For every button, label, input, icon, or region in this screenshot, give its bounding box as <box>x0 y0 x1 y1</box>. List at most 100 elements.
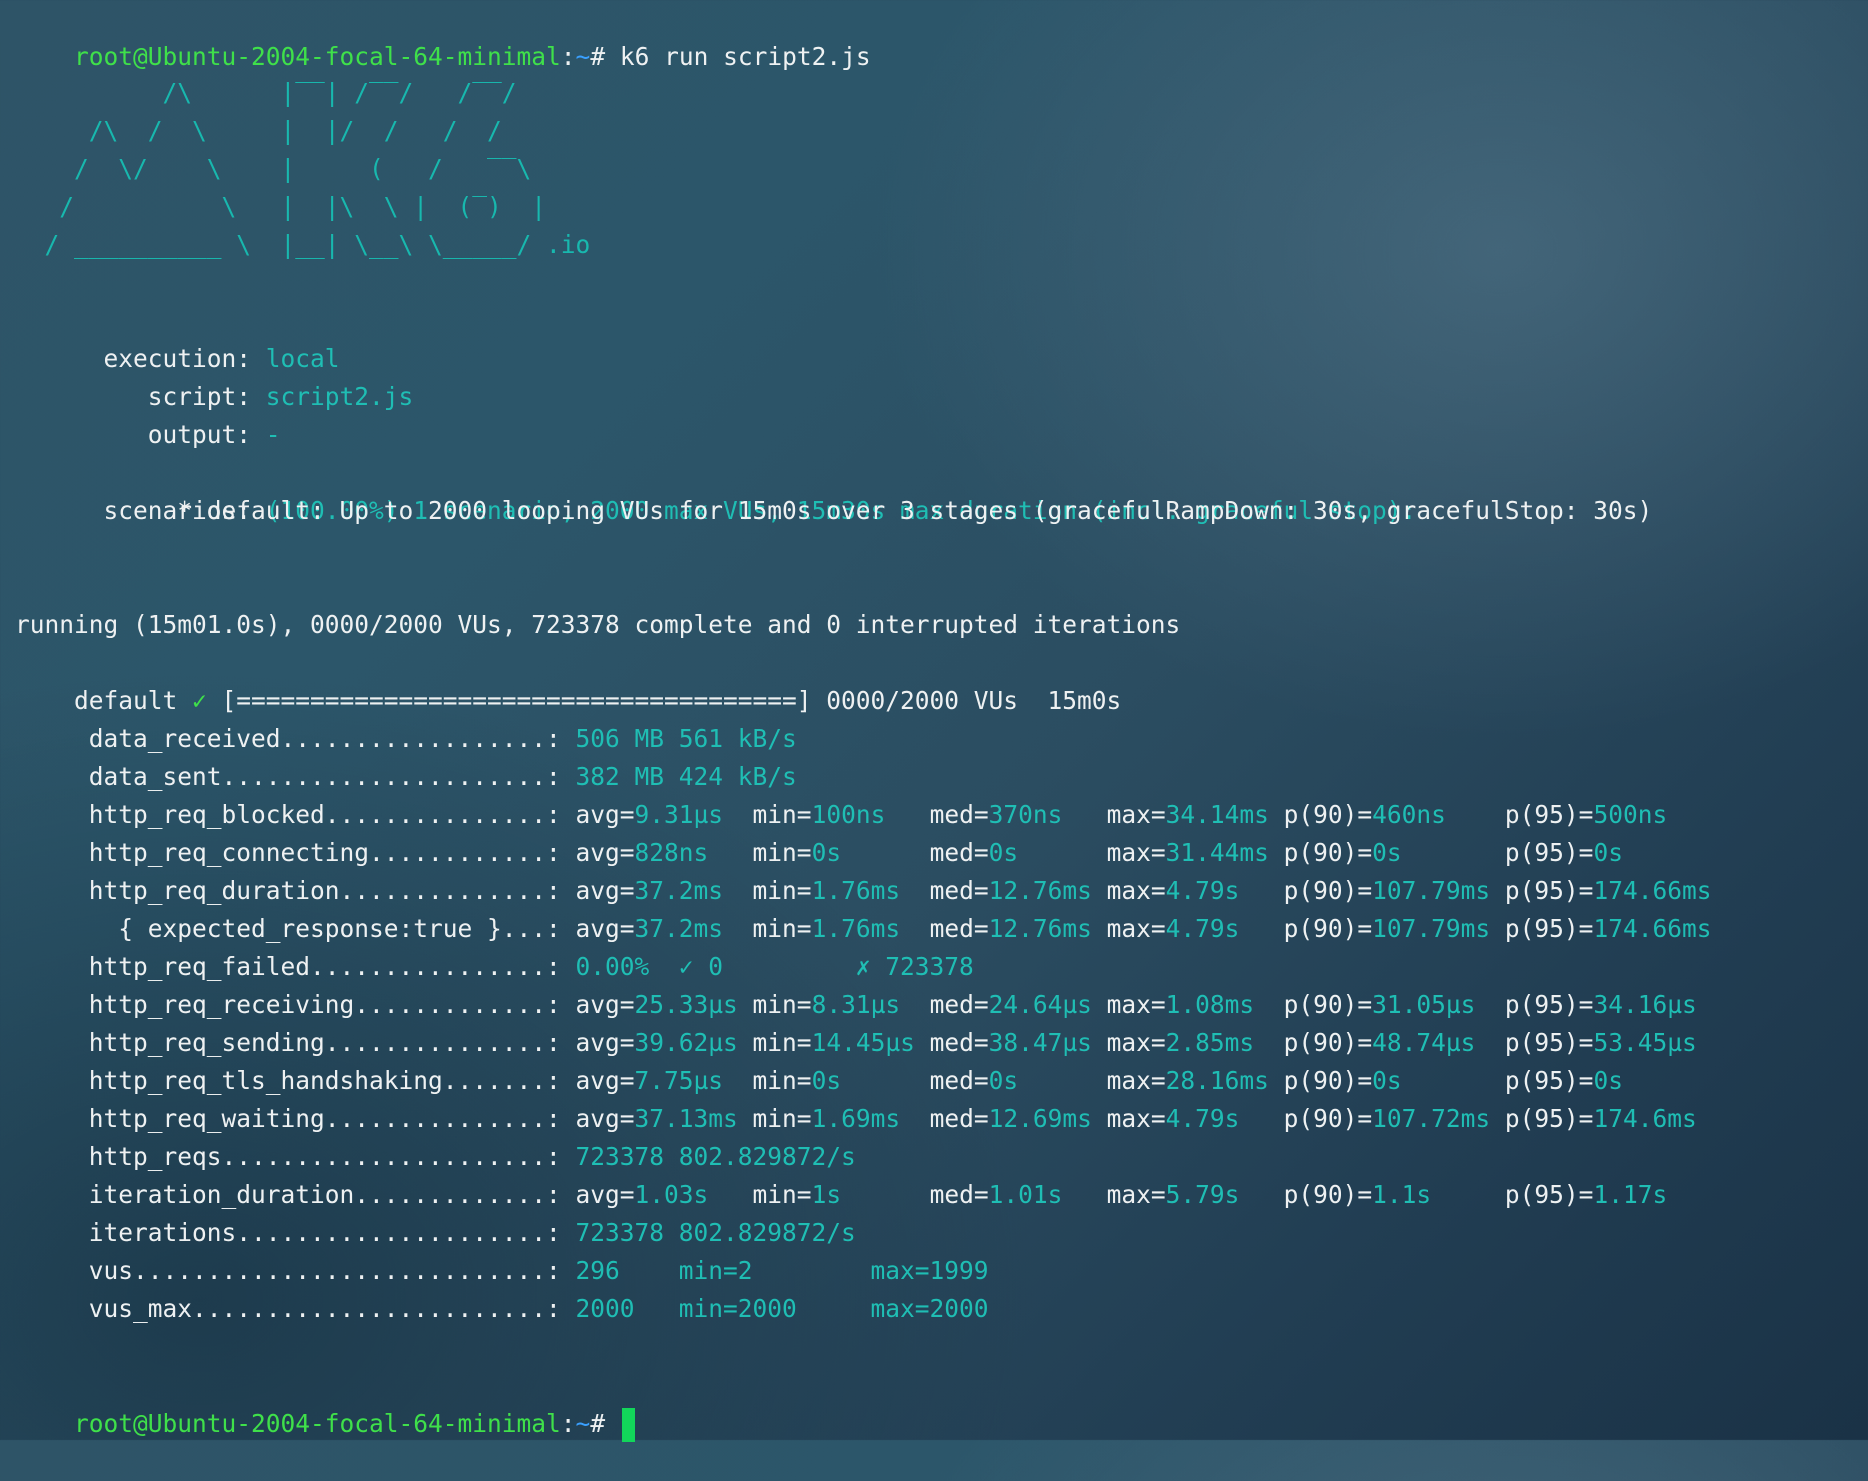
metric-key: p(95)= <box>1475 990 1594 1019</box>
metric-value: 38.47µs <box>988 1028 1092 1057</box>
metric-key: p(95)= <box>1490 914 1594 943</box>
logo-line: /\ |‾‾| /‾‾/ /‾‾/ <box>15 78 517 107</box>
command-line: root@Ubuntu-2004-focal-64-minimal:~# k6 … <box>15 0 871 71</box>
metric-key: max= <box>1062 1180 1166 1209</box>
metric-key: avg= <box>575 800 635 829</box>
metric-row: http_reqs......................: 723378 … <box>15 1138 856 1176</box>
metric-key: med= <box>900 914 989 943</box>
logo-line: / \/ \ | ( / ‾‾\ <box>15 154 532 183</box>
metric-key: p(95)= <box>1401 1066 1594 1095</box>
metric-row: http_req_tls_handshaking.......: avg=7.7… <box>15 1062 1623 1100</box>
metric-key: max= <box>1091 990 1166 1019</box>
metric-key: max= <box>1091 876 1166 905</box>
execution-row: execution: local <box>15 302 340 373</box>
metric-value: ✓ 0 <box>649 952 724 981</box>
metric-name: http_req_tls_handshaking.......: <box>15 1066 576 1095</box>
metric-value: 370ns <box>988 800 1063 829</box>
metric-name: iterations.....................: <box>15 1218 576 1247</box>
metric-name: http_req_waiting...............: <box>15 1104 576 1133</box>
scenarios-row: scenarios: (100.00%) 1 scenario, 2000 ma… <box>15 454 1417 525</box>
metric-value: 0s <box>988 838 1019 867</box>
metric-value: 460ns <box>1372 800 1446 829</box>
metric-value: 14.45µs <box>811 1028 915 1057</box>
metric-value: 28.16ms <box>1165 1066 1269 1095</box>
metric-name: iteration_duration.............: <box>15 1180 576 1209</box>
metric-value: 4.79s <box>1165 914 1240 943</box>
metric-value: 24.64µs <box>988 990 1092 1019</box>
metric-name: http_req_failed................: <box>15 952 576 981</box>
metric-key: min= <box>723 914 812 943</box>
logo-suffix: .io <box>531 230 591 259</box>
cursor-block[interactable] <box>621 1408 635 1442</box>
metric-key: max= <box>1091 1028 1166 1057</box>
progress-bar: [======================================]… <box>206 686 1122 715</box>
metric-value: 31.44ms <box>1165 838 1269 867</box>
metric-key: avg= <box>575 838 635 867</box>
metric-value: 34.16µs <box>1593 990 1697 1019</box>
metric-key: min= <box>708 838 812 867</box>
metric-key: p(95)= <box>1445 800 1594 829</box>
metric-row: vus_max........................: 2000 mi… <box>15 1290 989 1328</box>
terminal-window[interactable]: root@Ubuntu-2004-focal-64-minimal:~# k6 … <box>0 0 1868 1442</box>
metric-key: p(90)= <box>1268 1066 1373 1095</box>
metric-key: avg= <box>575 876 635 905</box>
metric-value: 5.79s <box>1165 1180 1240 1209</box>
metric-key: med= <box>900 1104 989 1133</box>
metric-row: vus............................: 296 min… <box>15 1252 989 1290</box>
metric-value: 828ns <box>634 838 709 867</box>
metric-value: 1.01s <box>988 1180 1063 1209</box>
metric-value: 174.66ms <box>1593 914 1712 943</box>
check-icon: ✓ <box>192 686 207 715</box>
metric-key: min= <box>737 1104 812 1133</box>
metric-value: 0s <box>1593 838 1623 867</box>
metric-row: data_received..................: 506 MB … <box>15 720 797 758</box>
metric-value: 2.85ms <box>1165 1028 1255 1057</box>
metric-value: 1.08ms <box>1165 990 1255 1019</box>
prompt-symbol: # <box>590 42 620 71</box>
logo-line: / \ | |\ \ | (‾) | <box>15 192 547 221</box>
metric-key: p(90)= <box>1254 1028 1373 1057</box>
prompt-symbol: # <box>590 1409 620 1438</box>
metric-value: 723378 802.829872/s <box>575 1218 856 1247</box>
metric-value: 0.00% <box>575 952 650 981</box>
metric-key: p(90)= <box>1268 838 1373 867</box>
metric-name: http_req_receiving.............: <box>15 990 576 1019</box>
metric-key: med= <box>841 838 989 867</box>
metric-value: 2000 <box>575 1294 635 1323</box>
metric-value: 37.2ms <box>634 876 724 905</box>
output-value: - <box>265 420 281 449</box>
metric-value: 382 MB 424 kB/s <box>575 762 797 791</box>
logo-line-last: / __________ \ |__| \__\ \_____/ .io <box>15 226 591 264</box>
metric-value: 0s <box>1372 838 1402 867</box>
metric-name: data_sent......................: <box>15 762 576 791</box>
metric-value: 107.72ms <box>1372 1104 1491 1133</box>
metric-value: 1.76ms <box>811 876 901 905</box>
metric-value: 48.74µs <box>1372 1028 1476 1057</box>
metric-key: p(95)= <box>1431 1180 1594 1209</box>
metric-value: 1.17s <box>1593 1180 1668 1209</box>
metric-value: 37.13ms <box>634 1104 738 1133</box>
metric-value: 12.69ms <box>988 1104 1092 1133</box>
final-prompt-line: root@Ubuntu-2004-focal-64-minimal:~# <box>15 1367 635 1442</box>
prompt-colon: : <box>560 1409 576 1438</box>
metric-value: min=2000 <box>634 1294 797 1323</box>
metric-value: 1.69ms <box>811 1104 901 1133</box>
metric-value: 100ns <box>811 800 886 829</box>
metric-name: http_req_sending...............: <box>15 1028 576 1057</box>
metric-row: http_req_receiving.............: avg=25.… <box>15 986 1697 1024</box>
metric-key: avg= <box>575 990 635 1019</box>
prompt-path: ~ <box>575 42 591 71</box>
metric-key: max= <box>1091 914 1166 943</box>
metric-row: { expected_response:true }...: avg=37.2m… <box>15 910 1711 948</box>
metric-row: data_sent......................: 382 MB … <box>15 758 797 796</box>
metric-value: 4.79s <box>1165 876 1240 905</box>
metric-value: 0s <box>811 838 842 867</box>
metric-value: 37.2ms <box>634 914 724 943</box>
metric-key: p(90)= <box>1239 876 1373 905</box>
metric-key: avg= <box>575 1066 635 1095</box>
metric-key: min= <box>737 1028 812 1057</box>
metric-key: p(90)= <box>1239 914 1373 943</box>
metric-value: 1.03s <box>634 1180 709 1209</box>
metric-value: 296 <box>575 1256 620 1285</box>
metric-key: p(95)= <box>1490 876 1594 905</box>
